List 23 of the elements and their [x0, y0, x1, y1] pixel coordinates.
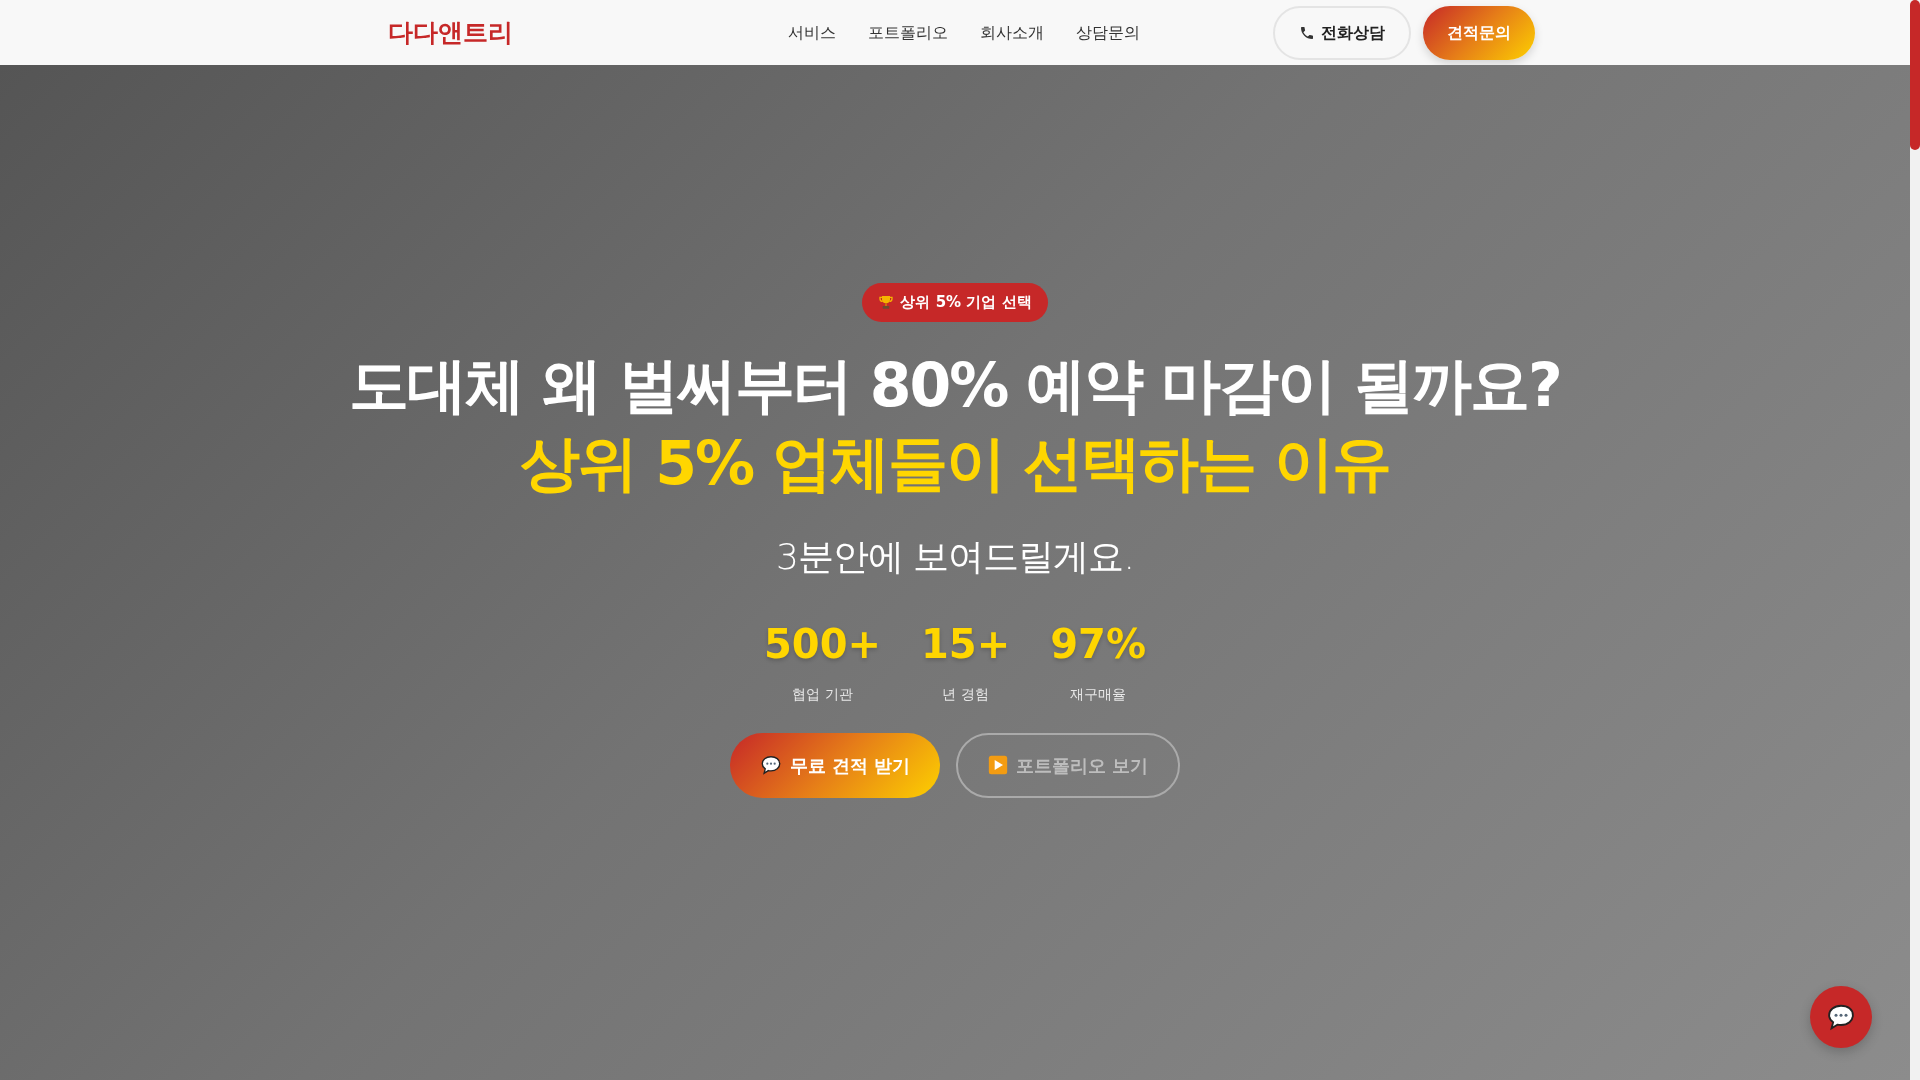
phone-icon — [1299, 24, 1315, 41]
stat-label: 년 경험 — [942, 684, 989, 704]
chat-icon — [1826, 1002, 1856, 1032]
subtitle: 3분안에 보여드릴게요. — [776, 534, 1134, 579]
stat-label: 협업 기관 — [792, 684, 853, 704]
stat-value: 15+ — [921, 619, 1011, 669]
stat-value: 97% — [1050, 619, 1146, 669]
chat-icon — [759, 754, 782, 776]
logo[interactable]: 다다앤트리 — [388, 13, 788, 52]
badge: 상위 5% 기업 선택 — [862, 283, 1048, 322]
nav-link[interactable]: 회사소개 — [980, 20, 1044, 45]
stat-label: 재구매율 — [1070, 684, 1127, 704]
nav-link[interactable]: 포트폴리오 — [868, 20, 948, 45]
nav-link[interactable]: 서비스 — [788, 20, 836, 45]
chat-button[interactable] — [1810, 986, 1872, 1048]
scrollbar-thumb[interactable] — [1910, 0, 1920, 150]
trophy-icon — [878, 294, 895, 311]
nav-link[interactable]: 상담문의 — [1076, 20, 1140, 45]
play-icon — [988, 755, 1009, 775]
headline: 도대체 왜 벌써부터 80% 예약 마감이 될까요? — [349, 348, 1561, 422]
stat-value: 500+ — [764, 619, 882, 669]
headline-highlight: 상위 5% 업체들이 선택하는 이유 — [520, 426, 1390, 500]
phone-consult-button[interactable]: 전화상담 — [1273, 5, 1411, 60]
